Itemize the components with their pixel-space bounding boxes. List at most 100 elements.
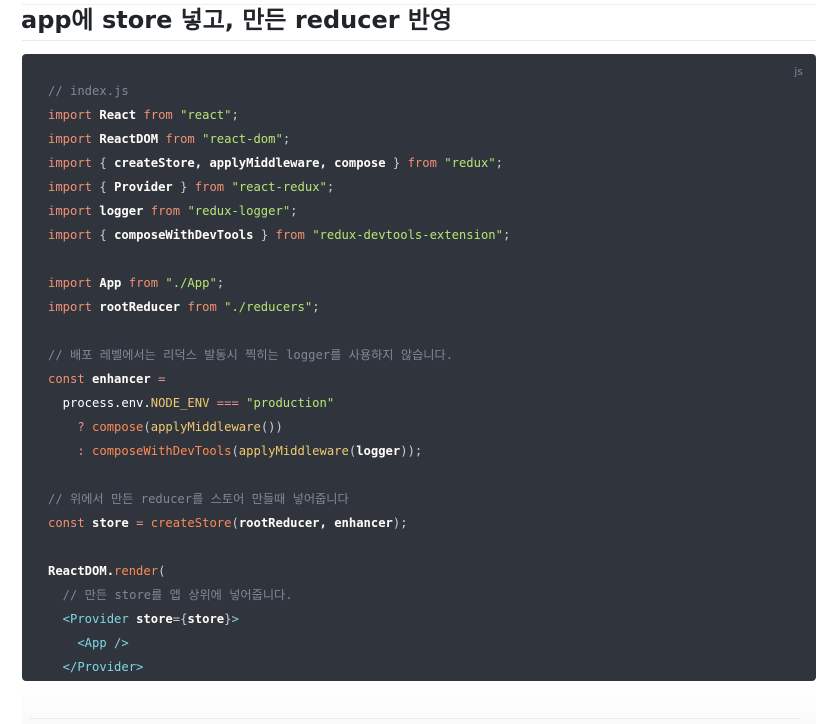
code-token: import xyxy=(48,276,100,290)
code-token: <App xyxy=(48,636,115,650)
code-line: import rootReducer from "./reducers"; xyxy=(48,295,510,319)
code-token: import xyxy=(48,108,100,122)
code-token: { xyxy=(99,180,115,194)
code-token: from xyxy=(407,156,445,170)
code-token: { xyxy=(99,156,115,170)
top-divider xyxy=(22,4,816,5)
code-token: "production" xyxy=(246,396,335,410)
code-token: // 만든 store를 앱 상위에 넣어줍니다. xyxy=(48,588,293,602)
code-line: : composeWithDevTools(applyMiddleware(lo… xyxy=(48,439,510,463)
code-line: import { composeWithDevTools } from "red… xyxy=(48,223,510,247)
code-token: store xyxy=(136,612,173,626)
code-token: compose xyxy=(92,420,144,434)
code-token: ; xyxy=(312,300,320,314)
code-token: rootReducer, enhancer xyxy=(238,516,393,530)
code-token: ()) xyxy=(260,420,283,434)
code-token: applyMiddleware xyxy=(150,420,261,434)
code-token: from xyxy=(194,180,232,194)
code-token: applyMiddleware xyxy=(238,444,349,458)
page-title: app에 store 넣고, 만든 reducer 반영 xyxy=(21,6,453,34)
code-token: : xyxy=(48,444,93,458)
code-token: // index.js xyxy=(48,84,129,98)
code-line: </Provider> xyxy=(48,655,510,679)
code-token: > xyxy=(231,612,239,626)
code-token: NODE_ENV xyxy=(150,396,210,410)
code-token: enhancer xyxy=(92,372,159,386)
code-line: <Provider store={store}> xyxy=(48,607,510,631)
code-token: createStore, applyMiddleware, compose xyxy=(114,156,393,170)
code-token: )); xyxy=(400,444,423,458)
code-line: // 위에서 만든 reducer를 스토어 만들때 넣어줍니다 xyxy=(48,487,510,511)
code-token: ReactDOM xyxy=(99,132,166,146)
code-token: ( xyxy=(158,564,166,578)
code-token: } xyxy=(180,180,195,194)
code-language-label: js xyxy=(794,65,803,78)
code-token: = xyxy=(136,516,151,530)
code-token: // 위에서 만든 reducer를 스토어 만들때 넣어줍니다 xyxy=(48,492,349,506)
code-token: { xyxy=(99,228,115,242)
code-lines[interactable]: // index.js import React from "react"; imp… xyxy=(48,79,510,681)
code-token: "react" xyxy=(180,108,232,122)
code-token: ; xyxy=(502,228,511,242)
code-token: ={ xyxy=(172,612,188,626)
code-line: process.env.NODE_ENV === "production" xyxy=(48,391,510,415)
code-token: const xyxy=(48,372,93,386)
code-line: <App /> xyxy=(48,631,510,655)
code-token: from xyxy=(150,204,188,218)
code-token: React xyxy=(99,108,144,122)
code-token: process.env. xyxy=(48,396,151,410)
code-line: // 배포 레벨에서는 리덕스 발동시 찍히는 logger를 사용하지 않습니… xyxy=(48,343,510,367)
code-token: ; xyxy=(495,156,503,170)
code-line: import { createStore, applyMiddleware, c… xyxy=(48,151,510,175)
code-token: logger xyxy=(99,204,151,218)
code-token: "react-dom" xyxy=(202,132,283,146)
code-token: import xyxy=(48,300,100,314)
code-token: // 배포 레벨에서는 리덕스 발동시 찍히는 logger를 사용하지 않습니… xyxy=(48,348,454,362)
code-token: composeWithDevTools xyxy=(114,228,261,242)
code-line: // 만든 store를 앱 상위에 넣어줍니다. xyxy=(48,583,510,607)
code-token: App xyxy=(99,276,129,290)
code-token: import xyxy=(48,228,100,242)
code-token: ; xyxy=(282,132,291,146)
code-line: ReactDOM.render( xyxy=(48,559,510,583)
code-token: ? xyxy=(48,420,93,434)
code-line: import { Provider } from "react-redux"; xyxy=(48,175,510,199)
code-token: "react-redux" xyxy=(231,180,327,194)
code-token: ; xyxy=(216,276,225,290)
code-token: /> xyxy=(114,636,129,650)
code-token: "./reducers" xyxy=(224,300,313,314)
code-token: logger xyxy=(356,444,401,458)
code-token: createStore xyxy=(150,516,232,530)
title-divider xyxy=(22,40,816,41)
code-line: // index.js xyxy=(48,79,510,103)
code-line: import ReactDOM from "react-dom"; xyxy=(48,127,510,151)
code-token: ; xyxy=(326,180,335,194)
code-token: import xyxy=(48,156,100,170)
code-token: } xyxy=(260,228,276,242)
code-token: ReactDOM. xyxy=(48,564,115,578)
code-token: import xyxy=(48,132,100,146)
code-token: ; xyxy=(231,108,239,122)
code-token: = xyxy=(158,372,166,386)
code-token: from xyxy=(143,108,181,122)
code-token: "redux-devtools-extension" xyxy=(312,228,503,242)
code-token: ( xyxy=(143,420,151,434)
code-token: ( xyxy=(231,516,239,530)
code-line: import logger from "redux-logger"; xyxy=(48,199,510,223)
code-token: "redux" xyxy=(444,156,496,170)
code-token: </Provider> xyxy=(48,660,144,674)
code-token: === xyxy=(209,396,247,410)
code-token: "./App" xyxy=(165,276,217,290)
code-token: composeWithDevTools xyxy=(92,444,232,458)
code-token: from xyxy=(187,300,225,314)
code-line: ? compose(applyMiddleware()) xyxy=(48,415,510,439)
code-block[interactable]: js // index.js import React from "react";… xyxy=(22,54,816,681)
code-line: import React from "react"; xyxy=(48,103,510,127)
code-token: rootReducer xyxy=(99,300,188,314)
code-token: import xyxy=(48,180,100,194)
code-token: render xyxy=(114,564,159,578)
